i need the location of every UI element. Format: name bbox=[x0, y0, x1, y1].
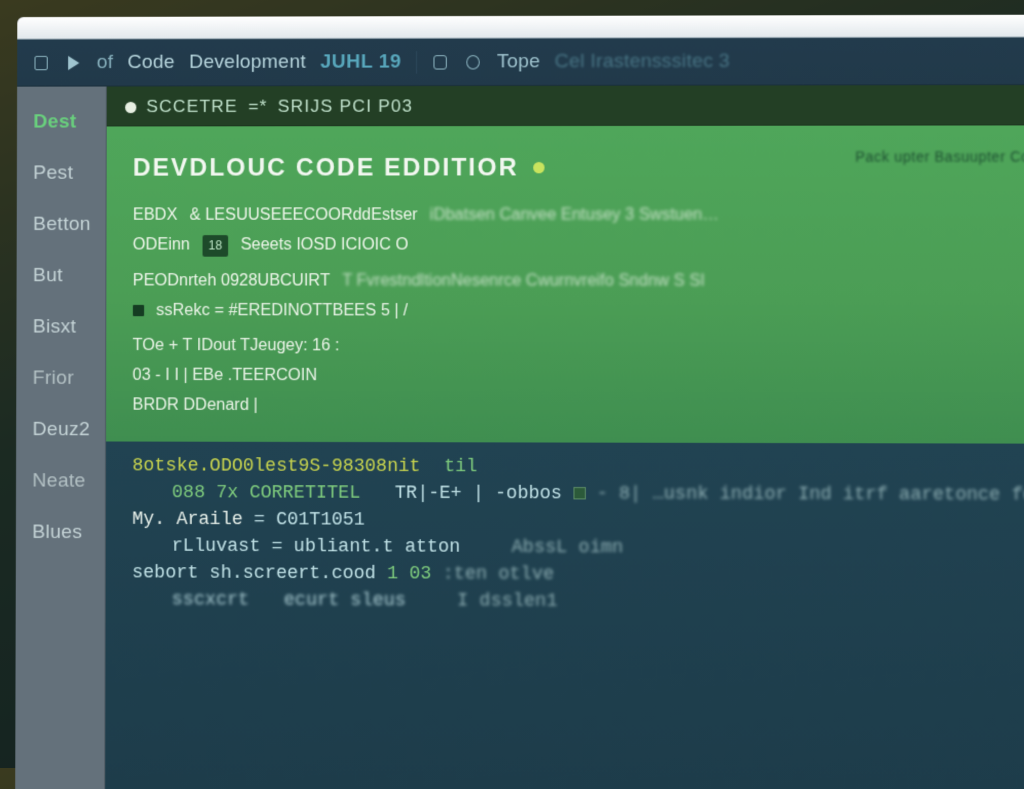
l5trail: :ten otlve bbox=[443, 564, 554, 585]
panel-r2-chip: 18 bbox=[202, 235, 228, 256]
panel-r2b: Seeets IOSD ICIOIC O bbox=[241, 233, 409, 259]
l2a: 088 7x CORRETITEL bbox=[172, 483, 360, 504]
sidebar-item-5[interactable]: Frior bbox=[16, 355, 105, 402]
panel-r5a: TOe + T IDout TJeugey: 16 : bbox=[132, 334, 339, 360]
l3c: = C01T1051 bbox=[254, 510, 365, 531]
toolbar-word-of: of bbox=[97, 51, 114, 74]
crumb-b: SRIJS PCI P03 bbox=[278, 96, 413, 117]
l1b: til bbox=[444, 456, 477, 477]
panel-hint: Pack upter Basuupter Coool bbox=[855, 146, 1024, 169]
code-line-3: My. Araile = C01T1051 bbox=[132, 509, 1024, 533]
l2b: TR|-E+ | -obbos bbox=[395, 483, 562, 504]
panel-row-3: PEODnrteh 0928UBCUIRT T FvrestndltionNes… bbox=[133, 269, 1024, 325]
main-column: SCCETRE =* SRIJS PCI P03 DEVDLOUC CODE E… bbox=[105, 85, 1024, 789]
app-window: of Code Development JUHL 19 Tope Cel Ira… bbox=[15, 15, 1024, 789]
sidebar-item-3[interactable]: But bbox=[17, 253, 106, 300]
toolbar-title-a: Code bbox=[128, 51, 175, 74]
sidebar-item-0[interactable]: Dest bbox=[17, 99, 106, 146]
l4a: rLluvast = ubliant.t atton bbox=[172, 536, 461, 558]
code-line-2: 088 7x CORRETITEL TR|-E+ | -obbos - 8| …… bbox=[132, 482, 1024, 505]
panel-r3a: PEODnrteh 0928UBCUIRT bbox=[133, 269, 330, 295]
toolbar-title-b: Development bbox=[189, 51, 306, 74]
panel-title: DEVDLOUC CODE EDDITIOR bbox=[133, 149, 519, 187]
play-icon[interactable] bbox=[64, 53, 82, 71]
info-panel: DEVDLOUC CODE EDDITIOR Pack upter Basuup… bbox=[106, 125, 1024, 443]
crumb-trail bbox=[423, 95, 1024, 116]
panel-r2a: ODEinn bbox=[133, 233, 190, 258]
sidebar: Dest Pest Betton But Bisxt Frior Deuz2 N… bbox=[15, 87, 106, 789]
l1a: 8otske.ODO0lest9S-98308nit bbox=[132, 456, 420, 477]
square-icon bbox=[573, 487, 585, 499]
l6b: ecurt sleus bbox=[284, 590, 406, 611]
book-icon bbox=[31, 53, 49, 71]
l5a: sebort sh.screert.cood bbox=[132, 563, 376, 585]
panel-r1-trail: iDbatsen Canvee Entusey 3 Swstuen… bbox=[430, 203, 719, 229]
module-icon-2[interactable] bbox=[464, 53, 483, 72]
l2trail: - 8| …usnk indior Ind itrf aaretonce foh bbox=[597, 484, 1024, 506]
l3a: My. bbox=[132, 509, 165, 530]
panel-row-2: ODEinn 18 Seeets IOSD ICIOIC O bbox=[133, 233, 1024, 259]
toolbar-tab-1[interactable]: Tope bbox=[497, 50, 540, 73]
toolbar-number-1: JUHL 19 bbox=[320, 51, 401, 74]
window-chrome bbox=[17, 15, 1024, 40]
toolbar-separator bbox=[416, 51, 417, 74]
panel-r4a: ssRekc = #EREDINOTTBEES 5 | / bbox=[156, 298, 408, 324]
code-editor[interactable]: 8otske.ODO0lest9S-98308nit til 088 7x CO… bbox=[105, 441, 1024, 789]
sidebar-item-6[interactable]: Deuz2 bbox=[16, 406, 105, 453]
panel-r7a: BRDR DDenard | bbox=[132, 393, 257, 419]
panel-r3-trail: T FvrestndltionNesenrce Cwurnvreifo Sndn… bbox=[342, 269, 705, 295]
toolbar: of Code Development JUHL 19 Tope Cel Ira… bbox=[17, 37, 1024, 86]
sidebar-item-2[interactable]: Betton bbox=[17, 201, 106, 248]
code-line-6: sscxcrt ecurt sleus I dsslen1 bbox=[132, 589, 1024, 613]
sidebar-item-1[interactable]: Pest bbox=[17, 150, 106, 197]
code-line-4: rLluvast = ubliant.t atton AbssL oimn bbox=[132, 536, 1024, 560]
panel-row-4: ssRekc = #EREDINOTTBEES 5 | / bbox=[133, 298, 1024, 324]
l3b: Araile bbox=[176, 509, 242, 530]
module-icon[interactable] bbox=[431, 53, 450, 72]
panel-row-6: 03 - I I | EBe .TEERCOIN bbox=[132, 364, 1024, 391]
panel-row-1: EBDX & LESUUSEEECOORddEstser iDbatsen Ca… bbox=[133, 203, 1024, 229]
sidebar-item-8[interactable]: Blues bbox=[16, 509, 105, 557]
crumb-a: SCCETRE bbox=[146, 97, 238, 118]
crumb-sep: =* bbox=[248, 97, 267, 118]
bullet-icon bbox=[133, 305, 144, 316]
l4trail: AbssL oimn bbox=[512, 537, 624, 558]
body: Dest Pest Betton But Bisxt Frior Deuz2 N… bbox=[15, 85, 1024, 789]
sidebar-item-7[interactable]: Neate bbox=[16, 458, 105, 506]
toolbar-trail: Cel Irastensssitec 3 bbox=[555, 50, 730, 73]
sidebar-item-4[interactable]: Bisxt bbox=[16, 304, 105, 351]
l5b: 1 03 bbox=[387, 564, 432, 585]
panel-row-7: BRDR DDenard | bbox=[132, 393, 1024, 420]
panel-r6a: 03 - I I | EBe .TEERCOIN bbox=[132, 364, 317, 390]
breadcrumb: SCCETRE =* SRIJS PCI P03 bbox=[106, 85, 1024, 126]
panel-title-dot-icon bbox=[533, 162, 544, 173]
l6a: sscxcrt bbox=[172, 590, 250, 611]
code-line-1: 8otske.ODO0lest9S-98308nit til bbox=[132, 456, 1024, 479]
status-dot-icon bbox=[125, 101, 136, 112]
code-line-5: sebort sh.screert.cood 1 03 :ten otlve bbox=[132, 563, 1024, 587]
panel-row-5: TOe + T IDout TJeugey: 16 : 03 - I I | E… bbox=[132, 334, 1024, 421]
l6trail: I dsslen1 bbox=[457, 591, 557, 612]
panel-r1b: & LESUUSEEECOORddEstser bbox=[190, 203, 418, 229]
panel-r1a: EBDX bbox=[133, 203, 178, 228]
